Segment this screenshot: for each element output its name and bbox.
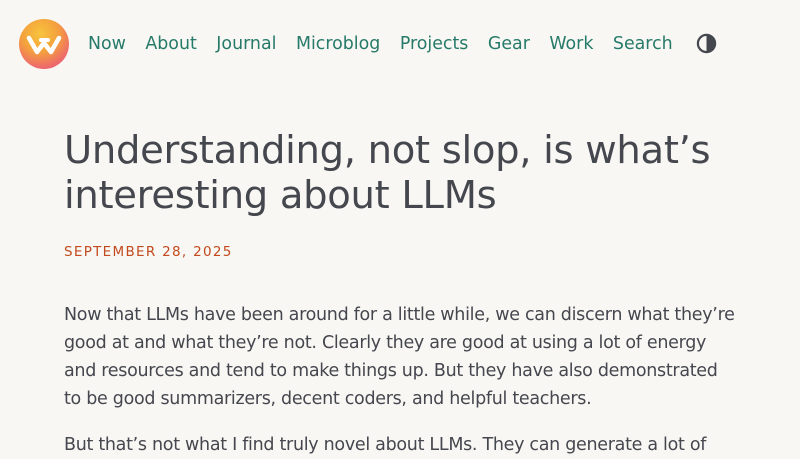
main-nav: Now About Journal Microblog Projects Gea…: [88, 32, 673, 56]
nav-link-gear[interactable]: Gear: [488, 32, 530, 56]
nav-link-projects[interactable]: Projects: [400, 32, 469, 56]
nav-link-search[interactable]: Search: [613, 32, 673, 56]
article-title: Understanding, not slop, is what’s inter…: [64, 128, 711, 218]
article-paragraph: But that’s not what I find truly novel a…: [64, 435, 707, 455]
article: Understanding, not slop, is what’s inter…: [64, 128, 736, 459]
nav-link-about[interactable]: About: [145, 32, 196, 56]
theme-toggle-graphic: [696, 33, 717, 54]
article-paragraph: Now that LLMs have been around for a lit…: [64, 305, 735, 409]
article-date: SEPTEMBER 28, 2025: [64, 244, 233, 260]
nav-link-microblog[interactable]: Microblog: [296, 32, 380, 56]
nav-link-journal[interactable]: Journal: [216, 32, 276, 56]
logo-mark: [26, 35, 62, 55]
site-header: Now About Journal Microblog Projects Gea…: [0, 0, 800, 88]
wy-logo-icon[interactable]: [19, 19, 69, 69]
nav-link-now[interactable]: Now: [88, 32, 126, 56]
nav-link-work[interactable]: Work: [549, 32, 593, 56]
contrast-icon[interactable]: [696, 33, 717, 54]
